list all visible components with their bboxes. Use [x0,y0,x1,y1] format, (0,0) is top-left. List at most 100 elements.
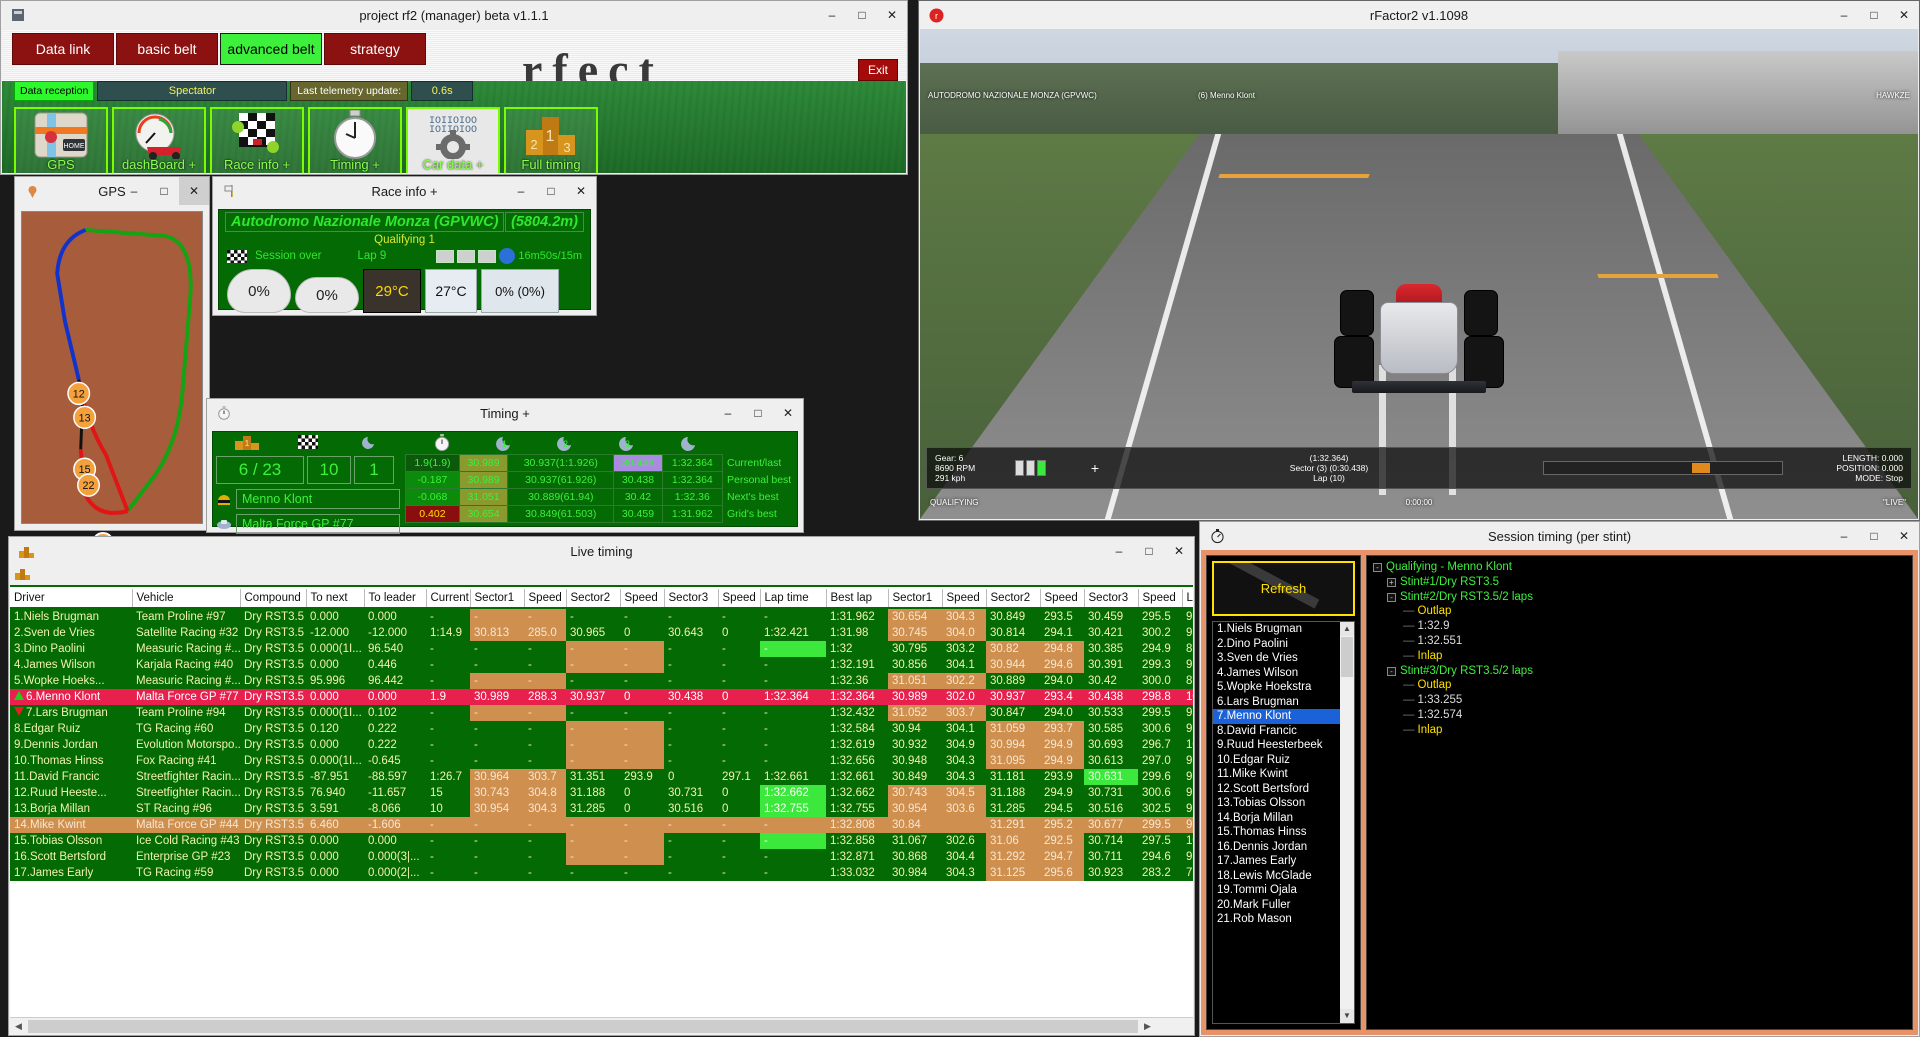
launcher-gps[interactable]: HOME GPS [14,107,108,173]
live-maximize-button[interactable]: □ [1134,537,1164,565]
rf2-maximize-button[interactable]: □ [1859,1,1889,29]
live-col-1[interactable]: Vehicle [132,589,241,609]
tree-collapse-icon[interactable]: - [1387,592,1396,602]
session-close-button[interactable]: ✕ [1889,522,1919,550]
tab-strategy[interactable]: strategy [324,33,426,65]
driver-list-scrollbar[interactable]: ▲ ▼ [1340,622,1354,1023]
raceinfo-minimize-button[interactable]: – [506,177,536,205]
launcher-fulltiming[interactable]: 1 2 3 Full timing [504,107,598,173]
session-driver-item-13[interactable]: 14.Borja Millan [1213,811,1354,826]
table-row[interactable]: 15.Tobias Olsson Ice Cold Racing #43 Dry R… [10,833,1193,849]
session-driver-item-11[interactable]: 12.Scott Bertsford [1213,782,1354,797]
stint-tree-node-11[interactable]: — Inlap [1373,723,1906,738]
live-col-10[interactable]: Sector3 [664,589,719,609]
table-row[interactable]: 9.Dennis Jordan Evolution Motorspo... Dry … [10,737,1193,753]
table-row[interactable]: 12.Ruud Heeste... Streetfighter Racin... D… [10,785,1193,801]
timing-window[interactable]: Timing + – □ ✕ 1 6 / 23 10 1 Menno Klont… [206,398,804,534]
table-row[interactable]: 5.Wopke Hoeks... Measuric Racing #... Dry … [10,673,1193,689]
launcher-dashboard[interactable]: dashBoard + [112,107,206,173]
timing-window-controls[interactable]: – □ ✕ [713,399,803,427]
scroll-right-arrow[interactable]: ▶ [1139,1017,1156,1035]
stint-tree-node-1[interactable]: + Stint#1/Dry RST3.5 [1373,575,1906,590]
raceinfo-window[interactable]: Race info + – □ ✕ Autodromo Nazionale Mo… [212,176,597,316]
stint-tree-node-5[interactable]: —1:32.551 [1373,634,1906,649]
rfactor2-viewport[interactable]: AUTODROMO NAZIONALE MONZA (GPVWC) (6) Me… [920,29,1918,519]
live-col-17[interactable]: Speed [1040,589,1085,609]
timing-close-button[interactable]: ✕ [773,399,803,427]
session-driver-item-18[interactable]: 19.Tommi Ojala [1213,883,1354,898]
table-row[interactable]: 4.James Wilson Karjala Racing #40 Dry RST3… [10,657,1193,673]
live-col-18[interactable]: Sector3 [1084,589,1139,609]
table-row[interactable]: 16.Scott Bertsford Enterprise GP #23 Dry R… [10,849,1193,865]
live-timing-window[interactable]: Live timing – □ ✕ Driver Vehicle Compoun… [8,536,1195,1036]
session-driver-item-19[interactable]: 20.Mark Fuller [1213,898,1354,913]
gps-window-controls[interactable]: – □ ✕ [119,177,209,205]
live-col-16[interactable]: Sector2 [986,589,1041,609]
live-col-2[interactable]: Compound [240,589,307,609]
live-col-8[interactable]: Sector2 [566,589,621,609]
live-col-15[interactable]: Speed [942,589,987,609]
session-driver-item-12[interactable]: 13.Tobias Olsson [1213,796,1354,811]
manager-window-controls[interactable]: – □ ✕ [817,1,907,29]
session-driver-item-4[interactable]: 5.Wopke Hoekstra [1213,680,1354,695]
launcher-row[interactable]: HOME GPS dashBoard + Race info + Timing … [14,107,598,173]
table-row[interactable]: 14.Mike Kwint Malta Force GP #44 Dry RST3.… [10,817,1193,833]
tab-basic-belt[interactable]: basic belt [116,33,218,65]
session-driver-item-5[interactable]: 6.Lars Brugman [1213,695,1354,710]
raceinfo-maximize-button[interactable]: □ [536,177,566,205]
session-driver-item-9[interactable]: 10.Edgar Ruiz [1213,753,1354,768]
gps-close-button[interactable]: ✕ [179,177,209,205]
live-window-controls[interactable]: – □ ✕ [1104,537,1194,565]
table-row[interactable]: 17.James Early TG Racing #59 Dry RST3.5 0.0… [10,865,1193,881]
session-driver-list[interactable]: 1.Niels Brugman 2.Dino Paolini 3.Sven de V… [1212,621,1355,1024]
stint-tree-node-0[interactable]: - Qualifying - Menno Klont [1373,560,1906,575]
gps-window[interactable]: GPS – □ ✕ 12 13 15 22 18 [14,176,210,575]
session-driver-item-20[interactable]: 21.Rob Mason [1213,912,1354,927]
live-minimize-button[interactable]: – [1104,537,1134,565]
session-driver-item-3[interactable]: 4.James Wilson [1213,666,1354,681]
live-col-6[interactable]: Sector1 [470,589,525,609]
manager-minimize-button[interactable]: – [817,1,847,29]
stint-tree-node-8[interactable]: — Outlap [1373,678,1906,693]
launcher-raceinfo[interactable]: Race info + [210,107,304,173]
session-minimize-button[interactable]: – [1829,522,1859,550]
live-col-0[interactable]: Driver [10,589,133,609]
gps-maximize-button[interactable]: □ [149,177,179,205]
live-col-19[interactable]: Speed [1138,589,1183,609]
stint-tree-node-6[interactable]: — Inlap [1373,649,1906,664]
tab-advanced-belt[interactable]: advanced belt [220,33,322,65]
stint-tree-node-3[interactable]: — Outlap [1373,604,1906,619]
session-driver-item-14[interactable]: 15.Thomas Hinss [1213,825,1354,840]
rfactor2-window[interactable]: r rFactor2 v1.1098 – □ ✕ AUTODROMO NAZIO… [918,0,1920,521]
stint-tree-node-9[interactable]: —1:33.255 [1373,693,1906,708]
live-col-14[interactable]: Sector1 [888,589,943,609]
session-titlebar[interactable]: Session timing (per stint) – □ ✕ [1200,522,1919,550]
session-timing-window[interactable]: Session timing (per stint) – □ ✕ Refresh… [1199,521,1920,1037]
live-close-button[interactable]: ✕ [1164,537,1194,565]
live-col-7[interactable]: Speed [524,589,567,609]
manager-titlebar[interactable]: project rf2 (manager) beta v1.1.1 – □ ✕ [1,1,907,29]
stint-tree-node-10[interactable]: —1:32.574 [1373,708,1906,723]
refresh-button[interactable]: Refresh [1212,561,1355,616]
gps-minimize-button[interactable]: – [119,177,149,205]
session-driver-item-17[interactable]: 18.Lewis McGlade [1213,869,1354,884]
raceinfo-close-button[interactable]: ✕ [566,177,596,205]
tree-collapse-icon[interactable]: - [1373,563,1382,572]
rf2-window-controls[interactable]: – □ ✕ [1829,1,1919,29]
manager-tabs[interactable]: Data link basic belt advanced belt strat… [12,33,426,65]
stint-tree-node-4[interactable]: —1:32.9 [1373,619,1906,634]
tree-collapse-icon[interactable]: - [1387,666,1396,676]
session-window-controls[interactable]: – □ ✕ [1829,522,1919,550]
raceinfo-window-controls[interactable]: – □ ✕ [506,177,596,205]
session-driver-item-15[interactable]: 16.Dennis Jordan [1213,840,1354,855]
session-driver-item-8[interactable]: 9.Ruud Heesterbeek [1213,738,1354,753]
table-row[interactable]: 6.Menno Klont Malta Force GP #77 Dry RST3.… [10,689,1193,705]
stint-tree-node-7[interactable]: - Stint#3/Dry RST3.5/2 laps [1373,664,1906,679]
raceinfo-titlebar[interactable]: Race info + – □ ✕ [213,177,596,205]
live-col-12[interactable]: Lap time [760,589,827,609]
driver-list-scroll-up[interactable]: ▲ [1340,622,1354,636]
timing-titlebar[interactable]: Timing + – □ ✕ [207,399,803,427]
table-row[interactable]: 8.Edgar Ruiz TG Racing #60 Dry RST3.5 0.120… [10,721,1193,737]
table-row[interactable]: 11.David Francic Streetfighter Racin... Dr… [10,769,1193,785]
table-row[interactable]: 7.Lars Brugman Team Proline #94 Dry RST3.5… [10,705,1193,721]
